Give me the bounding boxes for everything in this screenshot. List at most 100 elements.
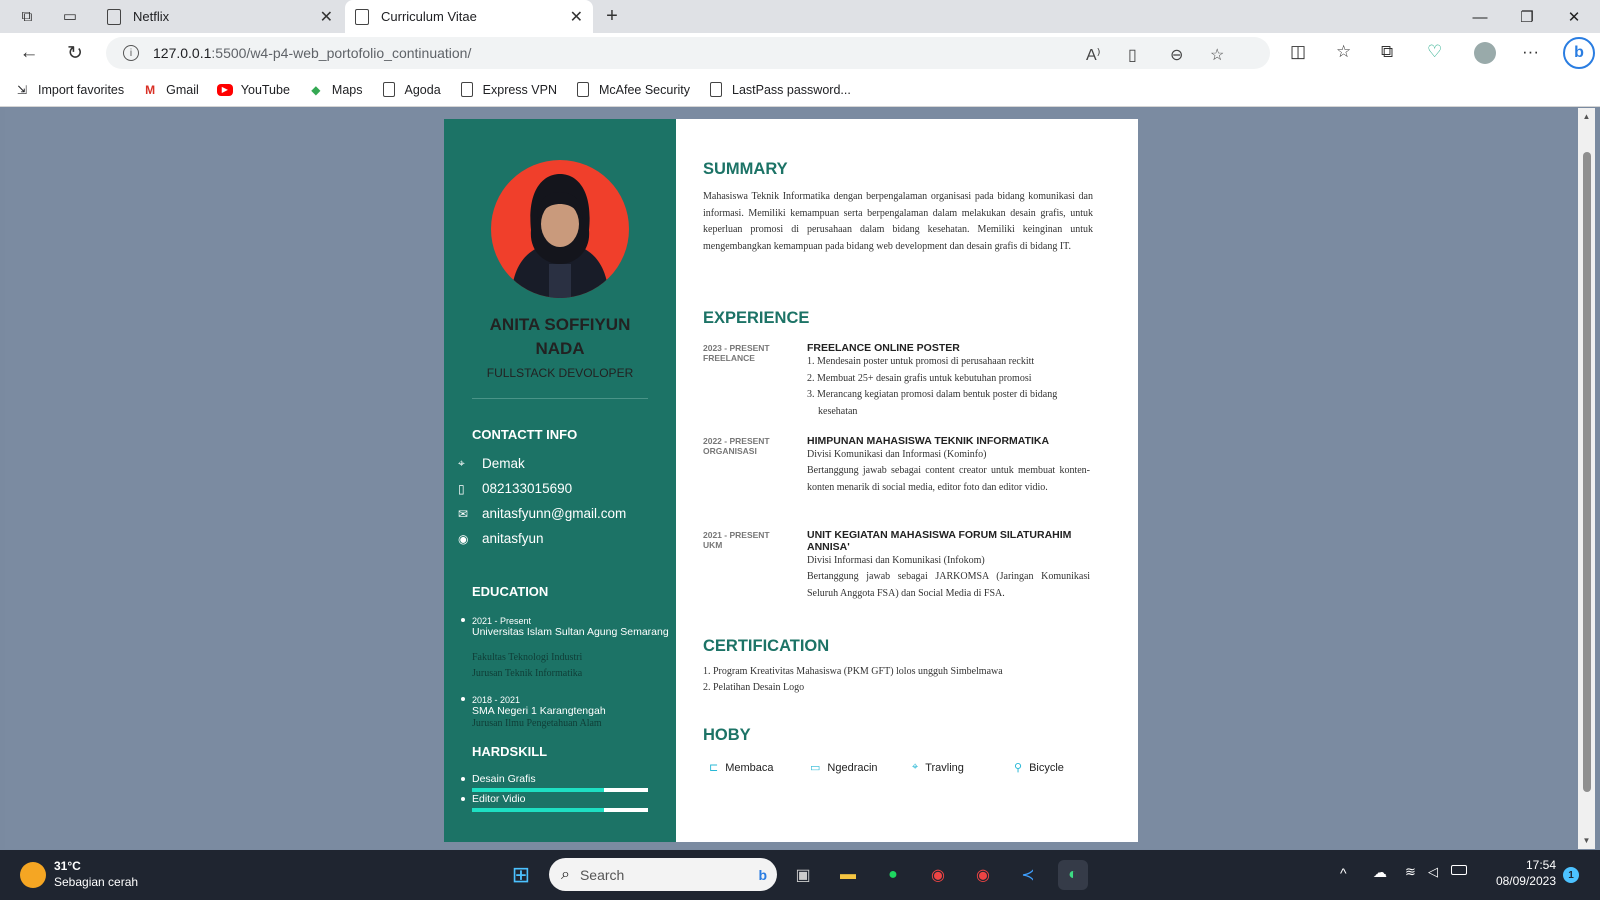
- tab-title: Curriculum Vitae: [381, 9, 477, 24]
- site-info-icon[interactable]: i: [123, 45, 139, 61]
- map-pin-icon: ⌖: [912, 761, 919, 773]
- skill-bar-fill: [472, 808, 604, 812]
- bookmark-youtube[interactable]: ▶ YouTube: [216, 83, 290, 97]
- page-icon: [708, 82, 724, 98]
- bicycle-icon: ⚲: [1014, 762, 1023, 774]
- close-icon[interactable]: ✕: [570, 7, 583, 27]
- experience-item: 1. Mendesain poster untuk promosi di per…: [807, 356, 1035, 367]
- maps-icon: ◆: [311, 82, 321, 97]
- contact-phone: ▯ 082133015690: [458, 481, 573, 496]
- notification-badge[interactable]: 1: [1563, 867, 1579, 883]
- scroll-down-icon[interactable]: ▼: [1578, 836, 1595, 845]
- tab-curriculum-vitae[interactable]: Curriculum Vitae ✕: [345, 0, 593, 33]
- contact-email: ✉ anitasfyunn@gmail.com: [458, 506, 627, 521]
- hobby-item: ⌖ Travling: [912, 761, 964, 774]
- laptop-icon: ▭: [810, 762, 821, 774]
- workspaces-icon[interactable]: ⧉: [12, 3, 42, 29]
- page-icon: [459, 82, 475, 98]
- experience-desc: Bertanggung jawab sebagai JARKOMSA (Jari…: [807, 571, 1090, 599]
- split-screen-icon[interactable]: ◫: [1290, 42, 1306, 62]
- location-icon: ⌖: [458, 456, 465, 470]
- certification-item: 1. Program Kreativitas Mahasiswa (PKM GF…: [703, 666, 1003, 677]
- read-aloud-icon[interactable]: A⁾: [1086, 45, 1101, 65]
- weather-icon[interactable]: [20, 862, 46, 888]
- contact-heading: CONTACTT INFO: [472, 427, 578, 442]
- window-close-icon[interactable]: ✕: [1551, 4, 1597, 30]
- minimize-icon[interactable]: —: [1457, 4, 1503, 30]
- browser-essentials-icon[interactable]: ♡: [1427, 42, 1442, 62]
- education-heading: EDUCATION: [472, 584, 549, 599]
- skill-bar-fill: [472, 788, 604, 792]
- vscode-icon[interactable]: ≺: [1013, 860, 1043, 890]
- close-icon[interactable]: ✕: [320, 7, 333, 27]
- youtube-icon: ▶: [216, 83, 233, 96]
- zoom-out-icon[interactable]: ⊖: [1170, 45, 1183, 65]
- spotify-icon[interactable]: ●: [878, 860, 908, 890]
- collections-icon[interactable]: ⧉: [1381, 42, 1393, 62]
- clock-date[interactable]: 08/09/2023: [1486, 874, 1556, 888]
- clock-time[interactable]: 17:54: [1496, 858, 1556, 872]
- experience-date: 2022 - PRESENT ORGANISASI: [703, 436, 770, 456]
- bullet: [461, 618, 465, 622]
- profile-avatar[interactable]: [1474, 42, 1496, 64]
- volume-icon[interactable]: ◁: [1428, 864, 1438, 880]
- task-view-icon[interactable]: ▣: [788, 860, 818, 890]
- address-bar[interactable]: i 127.0.0.1:5500/w4-p4-web_portofolio_co…: [106, 37, 1270, 69]
- cv-name: ANITA SOFFIYUN NADA: [489, 315, 631, 358]
- more-options-icon[interactable]: ···: [1522, 42, 1539, 62]
- skill-name: Editor Vidio: [472, 793, 526, 805]
- contact-location: ⌖ Demak: [458, 456, 525, 471]
- weather-description[interactable]: Sebagian cerah: [54, 875, 138, 889]
- experience-date: 2023 - PRESENT FREELANCE: [703, 343, 770, 363]
- skill-bar: [472, 788, 648, 792]
- experience-item: 2. Membuat 25+ desain grafis untuk kebut…: [807, 373, 1032, 384]
- favorite-star-icon[interactable]: ☆: [1210, 45, 1224, 65]
- bookmarks-bar: ⇲ Import favorites M Gmail ▶ YouTube ◆ Maps …: [0, 73, 1600, 107]
- education-major: Jurusan Teknik Informatika: [472, 668, 583, 679]
- scrollbar-thumb[interactable]: [1583, 152, 1591, 792]
- back-icon[interactable]: ←: [14, 39, 44, 67]
- bookmark-maps[interactable]: ◆ Maps: [308, 82, 362, 98]
- address-toolbar: ← ↻ i 127.0.0.1:5500/w4-p4-web_portofoli…: [0, 33, 1600, 73]
- bing-icon: b: [758, 866, 767, 883]
- chevron-up-icon[interactable]: ^: [1340, 865, 1347, 881]
- experience-date: 2021 - PRESENT UKM: [703, 530, 770, 550]
- edge-icon[interactable]: ◐: [1058, 860, 1088, 890]
- education-faculty: Fakultas Teknologi Industri: [472, 652, 583, 663]
- bookmark-express-vpn[interactable]: Express VPN: [459, 82, 557, 98]
- favorites-icon[interactable]: ☆: [1336, 42, 1351, 62]
- taskbar-search[interactable]: ⌕ Search b: [549, 858, 777, 891]
- onedrive-icon[interactable]: ☁: [1373, 864, 1387, 881]
- tab-actions-icon[interactable]: ▭: [55, 3, 85, 29]
- weather-temperature[interactable]: 31°C: [54, 859, 81, 873]
- restore-icon[interactable]: ❐: [1504, 4, 1550, 30]
- bookmark-gmail[interactable]: M Gmail: [142, 82, 199, 98]
- bullet: [461, 777, 465, 781]
- immersive-reader-icon[interactable]: ▯: [1128, 45, 1137, 65]
- hardskill-heading: HARDSKILL: [472, 744, 548, 759]
- education-major: Jurusan Ilmu Pengetahuan Alam: [472, 718, 602, 729]
- new-tab-icon[interactable]: +: [597, 3, 627, 29]
- file-explorer-icon[interactable]: ▬: [833, 860, 863, 890]
- bookmark-import-favorites[interactable]: ⇲ Import favorites: [14, 82, 124, 98]
- chrome-profile-icon[interactable]: ◉: [968, 860, 998, 890]
- url-text[interactable]: 127.0.0.1:5500/w4-p4-web_portofolio_cont…: [153, 45, 471, 61]
- chrome-icon[interactable]: ◉: [923, 860, 953, 890]
- bookmark-mcafee[interactable]: McAfee Security: [575, 82, 690, 98]
- start-icon[interactable]: ⊞: [506, 860, 536, 890]
- wifi-icon[interactable]: ≋: [1405, 864, 1416, 880]
- experience-title: FREELANCE ONLINE POSTER: [807, 342, 960, 354]
- tab-netflix[interactable]: Netflix ✕: [97, 0, 343, 33]
- copilot-icon[interactable]: b: [1563, 37, 1595, 69]
- bullet: [461, 797, 465, 801]
- battery-icon[interactable]: [1451, 865, 1467, 875]
- certification-item: 2. Pelatihan Desain Logo: [703, 682, 805, 693]
- bookmark-agoda[interactable]: Agoda: [381, 82, 441, 98]
- phone-icon: ▯: [458, 481, 465, 496]
- page-icon: [355, 8, 369, 25]
- hobby-item: ⊏ Membaca: [709, 761, 774, 775]
- scroll-up-icon[interactable]: ▲: [1578, 112, 1595, 121]
- gmail-icon: M: [145, 82, 156, 97]
- refresh-icon[interactable]: ↻: [60, 39, 90, 67]
- bookmark-lastpass[interactable]: LastPass password...: [708, 82, 851, 98]
